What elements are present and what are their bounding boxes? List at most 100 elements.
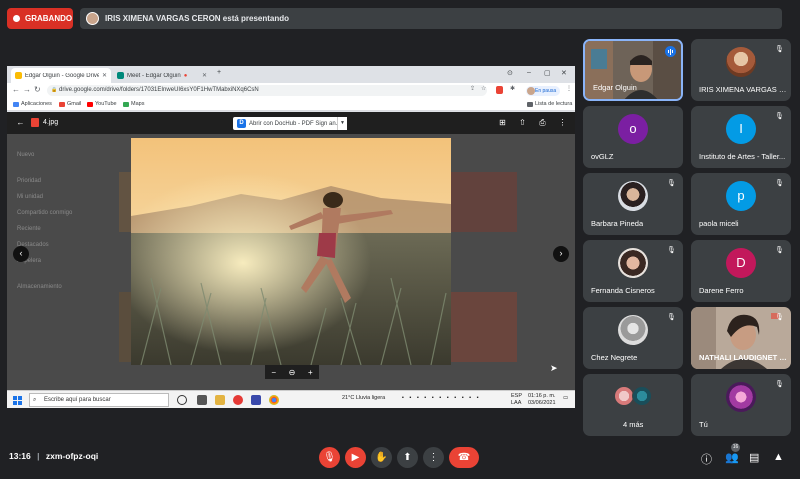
- participant-tile[interactable]: 🎙︎ Chez Negrete: [583, 307, 683, 369]
- tab-drive[interactable]: Edgar Olguin - Google Drive ✕: [11, 68, 111, 83]
- search-placeholder: Escribe aquí para buscar: [44, 397, 111, 403]
- extensions-puzzle-icon[interactable]: ✱: [510, 85, 515, 92]
- participant-tile[interactable]: p 🎙︎ paola miceli: [691, 173, 791, 235]
- share-icon[interactable]: ⇪: [470, 85, 475, 92]
- participant-tile[interactable]: Edgar Olguin: [583, 39, 683, 101]
- mic-off-icon: 🎙︎: [775, 46, 784, 53]
- minimize-icon[interactable]: –: [527, 69, 531, 76]
- lang-text[interactable]: ESP: [511, 393, 522, 399]
- raise-hand-button[interactable]: ✋: [371, 447, 392, 468]
- file-explorer-icon[interactable]: [215, 395, 225, 405]
- more-vert-icon[interactable]: ⋮: [557, 117, 568, 128]
- previous-image-button[interactable]: ‹: [13, 246, 29, 262]
- camera-toggle-button[interactable]: ▶: [345, 447, 366, 468]
- participant-name: Instituto de Artes - Taller...: [699, 152, 786, 161]
- drive-icon: [15, 72, 22, 79]
- bookmark-apps[interactable]: Aplicaciones: [13, 101, 52, 107]
- tab-search-icon[interactable]: ⊙: [507, 69, 513, 77]
- bookmark-label: YouTube: [95, 101, 117, 107]
- hand-icon: ✋: [375, 452, 388, 463]
- new-tab-icon[interactable]: +: [217, 69, 221, 76]
- cortana-icon[interactable]: [177, 395, 187, 405]
- profile-paused-pill[interactable]: En pausa: [526, 86, 560, 96]
- zoom-out-button[interactable]: −: [271, 368, 276, 377]
- task-view-icon[interactable]: [197, 395, 207, 405]
- maximize-icon[interactable]: ▢: [544, 69, 551, 77]
- bookmark-maps[interactable]: Maps: [123, 101, 144, 107]
- bookmark-gmail[interactable]: Gmail: [59, 101, 81, 107]
- participant-name: IRIS XIMENA VARGAS CE...: [699, 85, 791, 94]
- opera-icon[interactable]: [233, 395, 243, 405]
- meeting-details-icon[interactable]: ⓘ: [701, 451, 712, 467]
- dancer-photo-image: [131, 138, 451, 365]
- pause-label: En pausa: [535, 88, 557, 94]
- print-icon[interactable]: ⎙: [537, 117, 548, 128]
- reading-list[interactable]: Lista de lectura: [527, 101, 572, 107]
- participant-avatar: p: [726, 181, 756, 211]
- present-screen-icon: ⬆: [403, 452, 412, 463]
- maps-icon: [123, 101, 129, 107]
- participant-tile[interactable]: 🎙︎ IRIS XIMENA VARGAS CE...: [691, 39, 791, 101]
- participant-tile[interactable]: 🎙︎ Fernanda Cisneros: [583, 240, 683, 302]
- participant-tile[interactable]: 🎙︎ Barbara Pineda: [583, 173, 683, 235]
- participant-tile[interactable]: o ovGLZ: [583, 106, 683, 168]
- close-window-icon[interactable]: ✕: [561, 69, 567, 77]
- participant-tile[interactable]: 🎙︎ NATHALI LAUDIGNET MI...: [691, 307, 791, 369]
- participant-name: paola miceli: [699, 219, 739, 228]
- open-with-dropdown-icon[interactable]: ▼: [337, 117, 347, 130]
- forward-icon[interactable]: →: [23, 85, 31, 94]
- participant-avatar: [614, 386, 634, 406]
- notification-icon[interactable]: ▭: [563, 395, 568, 401]
- mic-toggle-button[interactable]: 🎙︎: [319, 447, 340, 468]
- lock-icon: 🔒: [51, 87, 58, 93]
- tab-meet[interactable]: Meet - Edgar Olguin ● ✕: [113, 68, 211, 83]
- close-tab-icon[interactable]: ✕: [102, 72, 107, 79]
- windows-start-icon[interactable]: [13, 396, 22, 405]
- url-field[interactable]: 🔒 drive.google.com/drive/folders/17031EI…: [47, 85, 487, 96]
- activities-icon[interactable]: ▲: [773, 451, 784, 463]
- share-icon[interactable]: ⇧: [517, 117, 528, 128]
- close-tab-icon[interactable]: ✕: [202, 72, 207, 79]
- bookmark-label: Maps: [131, 101, 145, 107]
- participant-name: Barbara Pineda: [591, 219, 644, 228]
- people-icon[interactable]: 👥: [725, 451, 739, 464]
- reload-icon[interactable]: ↻: [34, 85, 41, 94]
- presenting-banner: IRIS XIMENA VARGAS CERON está presentand…: [80, 8, 782, 29]
- present-button[interactable]: ⬆: [397, 447, 418, 468]
- add-to-drive-icon[interactable]: ⊞: [497, 117, 508, 128]
- camera-off-icon: ▶: [351, 452, 360, 463]
- chrome-icon[interactable]: [269, 395, 279, 405]
- meeting-time: 13:16: [9, 451, 31, 461]
- tray-icons[interactable]: ▪ ▪ ▪ ▪ ▪ ▪ ▪ ▪ ▪ ▪ ▪: [402, 395, 481, 401]
- more-participants-tile[interactable]: 4 más: [583, 374, 683, 436]
- bookmark-youtube[interactable]: YouTube: [87, 101, 117, 107]
- open-with-button[interactable]: D Abrir con DocHub - PDF Sign an...: [233, 117, 345, 130]
- zoom-in-button[interactable]: +: [308, 368, 313, 377]
- back-arrow-icon[interactable]: ←: [15, 117, 26, 128]
- self-tile[interactable]: 🎙︎ Tú: [691, 374, 791, 436]
- participant-tile[interactable]: I 🎙︎ Instituto de Artes - Taller...: [691, 106, 791, 168]
- mic-off-icon: 🎙︎: [775, 314, 784, 321]
- chat-icon[interactable]: ▤: [749, 451, 759, 464]
- mic-off-icon: 🎙︎: [667, 180, 676, 187]
- app-icon[interactable]: [251, 395, 261, 405]
- dancer-photo: [131, 138, 451, 365]
- taskbar-search[interactable]: ⌕ Escribe aquí para buscar: [29, 393, 169, 407]
- clock-time[interactable]: 01:16 p. m.: [528, 393, 556, 399]
- participant-avatar: [618, 315, 648, 345]
- more-vert-icon[interactable]: ⋮: [566, 85, 572, 92]
- next-image-button[interactable]: ›: [553, 246, 569, 262]
- speaking-indicator-icon: [665, 46, 676, 57]
- bookmark-star-icon[interactable]: ☆: [481, 85, 486, 92]
- recording-badge[interactable]: GRABANDO: [7, 8, 73, 29]
- meeting-code[interactable]: zxm-ofpz-oqi: [46, 451, 98, 461]
- participant-tile[interactable]: D 🎙︎ Darene Ferro: [691, 240, 791, 302]
- bookmark-label: Gmail: [67, 101, 82, 107]
- extension-icon[interactable]: [496, 86, 503, 94]
- recording-tab-icon: ●: [183, 72, 188, 79]
- search-icon: ⌕: [33, 397, 37, 403]
- leave-call-button[interactable]: ☎: [449, 447, 479, 468]
- back-icon[interactable]: ←: [12, 85, 20, 94]
- more-options-button[interactable]: ⋮: [423, 447, 444, 468]
- reading-list-label: Lista de lectura: [535, 101, 573, 107]
